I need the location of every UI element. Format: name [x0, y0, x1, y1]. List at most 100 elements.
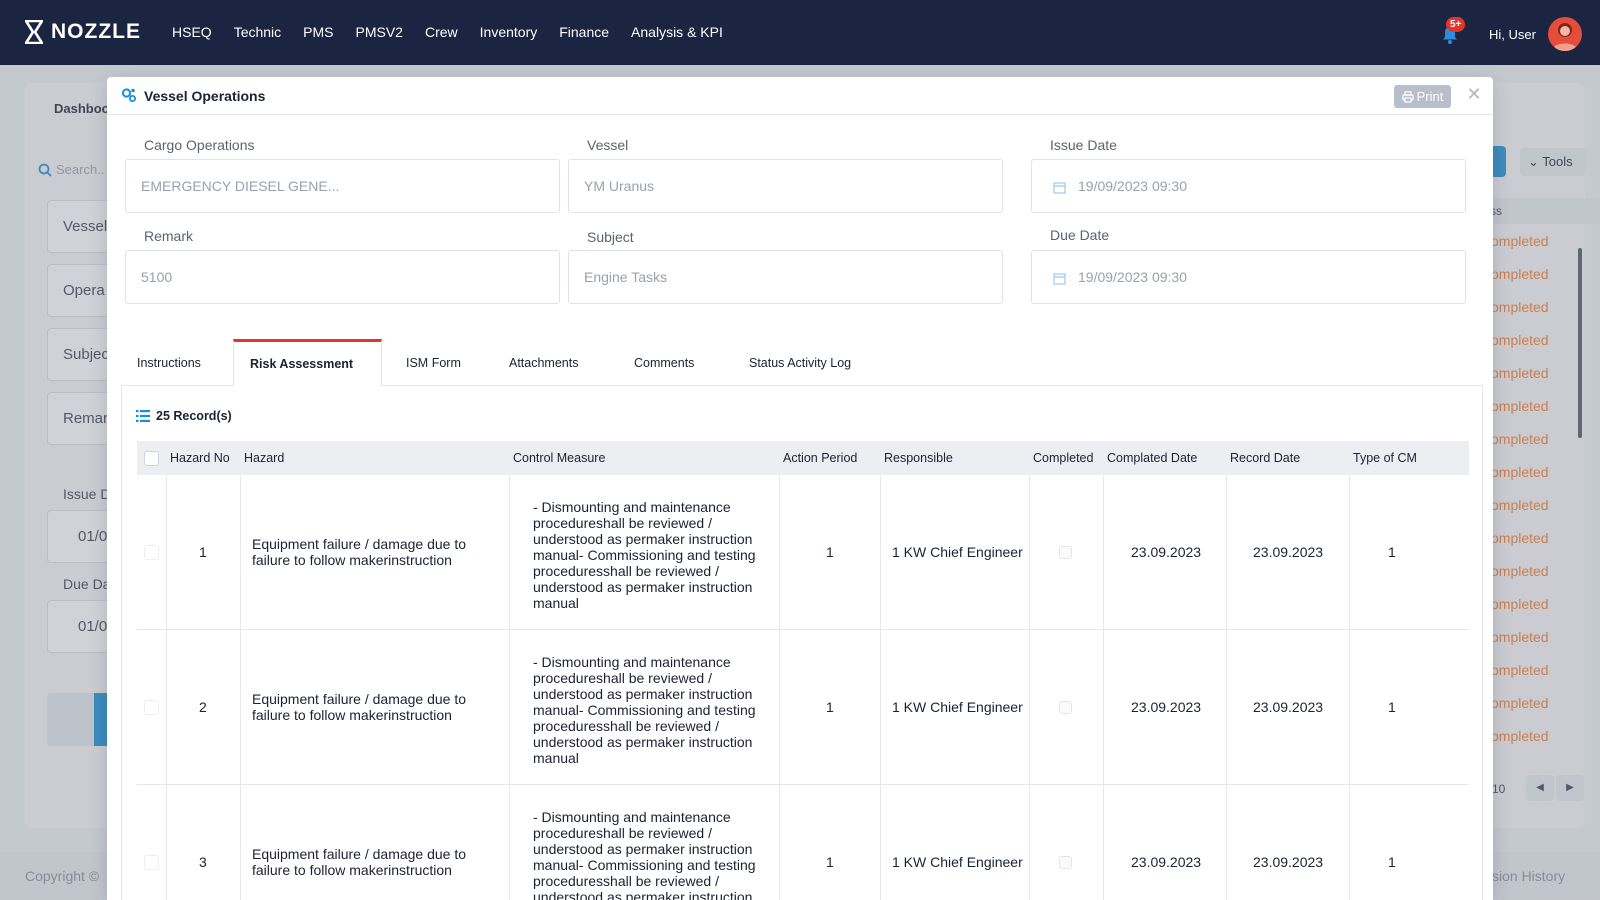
- table-row[interactable]: 1 Equipment failure / damage due to fail…: [137, 475, 1469, 630]
- control-measure-text: - Dismounting and maintenance procedures…: [533, 654, 756, 766]
- tab-instructions[interactable]: Instructions: [121, 339, 233, 386]
- action-period: 1: [826, 699, 834, 715]
- nav-hseq[interactable]: HSEQ: [172, 24, 212, 40]
- vessel-label: Vessel: [587, 137, 629, 153]
- col-completed[interactable]: Completed: [1033, 451, 1093, 465]
- control-measure-text: - Dismounting and maintenance procedures…: [533, 809, 756, 900]
- col-divider: [509, 475, 510, 630]
- select-all-checkbox[interactable]: [144, 451, 159, 466]
- control-measure-text: - Dismounting and maintenance procedures…: [533, 499, 756, 611]
- col-divider: [240, 630, 241, 785]
- table-row[interactable]: 3 Equipment failure / damage due to fail…: [137, 785, 1469, 900]
- col-divider: [1226, 475, 1227, 630]
- completed-date: 23.09.2023: [1131, 544, 1202, 560]
- col-hazard[interactable]: Hazard: [244, 451, 284, 465]
- col-divider: [1103, 475, 1104, 630]
- hazard-no: 3: [199, 854, 207, 870]
- tab-attachments[interactable]: Attachments: [485, 339, 610, 386]
- printer-icon: [1402, 90, 1414, 103]
- table-header: Hazard No Hazard Control Measure Action …: [137, 441, 1469, 475]
- remark-field[interactable]: 5100: [125, 250, 560, 304]
- table-row[interactable]: 2 Equipment failure / damage due to fail…: [137, 630, 1469, 785]
- col-divider: [240, 785, 241, 900]
- nav-finance[interactable]: Finance: [559, 24, 609, 40]
- nav-crew[interactable]: Crew: [425, 24, 458, 40]
- col-divider: [509, 785, 510, 900]
- col-record-date[interactable]: Record Date: [1230, 451, 1300, 465]
- nav-analysis-kpi[interactable]: Analysis & KPI: [631, 24, 723, 40]
- gears-icon: [121, 88, 136, 102]
- completed-checkbox[interactable]: [1059, 701, 1072, 714]
- record-date: 23.09.2023: [1253, 699, 1324, 715]
- nav-inventory[interactable]: Inventory: [480, 24, 538, 40]
- col-divider: [1226, 785, 1227, 900]
- type-of-cm: 1: [1388, 854, 1396, 870]
- brand-logo[interactable]: NOZZLE: [25, 20, 141, 44]
- print-label: Print: [1416, 89, 1444, 104]
- nozzle-logo-icon: [25, 20, 43, 44]
- col-divider: [1029, 475, 1030, 630]
- col-divider: [1029, 630, 1030, 785]
- issue-date-field[interactable]: 19/09/2023 09:30: [1031, 159, 1466, 213]
- record-date: 23.09.2023: [1253, 544, 1324, 560]
- nav-pms[interactable]: PMS: [303, 24, 333, 40]
- modal-title: Vessel Operations: [144, 88, 266, 104]
- col-divider: [1029, 785, 1030, 900]
- row-checkbox[interactable]: [144, 855, 159, 870]
- calendar-icon: [1053, 273, 1066, 285]
- col-divider: [1349, 630, 1350, 785]
- nav-pmsv2[interactable]: PMSV2: [356, 24, 403, 40]
- col-hazard-no[interactable]: Hazard No: [170, 451, 230, 465]
- tab-risk-assessment[interactable]: Risk Assessment: [233, 339, 382, 386]
- cargo-operations-label: Cargo Operations: [144, 137, 255, 153]
- row-checkbox[interactable]: [144, 700, 159, 715]
- subject-label: Subject: [587, 229, 634, 245]
- vessel-operations-modal: Vessel Operations Print ✕ Cargo Operatio…: [107, 77, 1493, 900]
- col-responsible[interactable]: Responsible: [884, 451, 953, 465]
- col-divider: [166, 475, 167, 630]
- col-divider: [880, 785, 881, 900]
- col-divider: [779, 785, 780, 900]
- col-divider: [1349, 785, 1350, 900]
- col-divider: [779, 475, 780, 630]
- tab-bar: Instructions Risk Assessment ISM Form At…: [121, 339, 875, 386]
- action-period: 1: [826, 854, 834, 870]
- nav-technic[interactable]: Technic: [234, 24, 281, 40]
- tab-comments[interactable]: Comments: [610, 339, 725, 386]
- col-control-measure[interactable]: Control Measure: [513, 451, 605, 465]
- col-type-of-cm[interactable]: Type of CM: [1353, 451, 1417, 465]
- print-button[interactable]: Print: [1394, 85, 1451, 108]
- close-icon[interactable]: ✕: [1464, 84, 1484, 104]
- subject-field[interactable]: Engine Tasks: [568, 250, 1003, 304]
- responsible: 1 KW Chief Engineer: [892, 699, 1023, 715]
- user-greeting[interactable]: Hi, User: [1489, 27, 1536, 42]
- main-menu: HSEQ Technic PMS PMSV2 Crew Inventory Fi…: [172, 24, 745, 40]
- col-divider: [1103, 785, 1104, 900]
- completed-date: 23.09.2023: [1131, 699, 1202, 715]
- col-divider: [1349, 475, 1350, 630]
- hazard-text: Equipment failure / damage due to failur…: [252, 536, 467, 568]
- vessel-field[interactable]: YM Uranus: [568, 159, 1003, 213]
- completed-checkbox[interactable]: [1059, 546, 1072, 559]
- due-date-field[interactable]: 19/09/2023 09:30: [1031, 250, 1466, 304]
- hazard-no: 1: [199, 544, 207, 560]
- col-complated-date[interactable]: Complated Date: [1107, 451, 1197, 465]
- brand-name: NOZZLE: [51, 20, 141, 43]
- col-action-period[interactable]: Action Period: [783, 451, 857, 465]
- issue-date-value: 19/09/2023 09:30: [1078, 178, 1187, 194]
- list-icon: [136, 410, 150, 422]
- tab-status-activity-log[interactable]: Status Activity Log: [725, 339, 875, 386]
- cargo-operations-field[interactable]: EMERGENCY DIESEL GENE...: [125, 159, 560, 213]
- row-checkbox[interactable]: [144, 545, 159, 560]
- due-date-label: Due Date: [1050, 227, 1110, 243]
- col-divider: [1103, 630, 1104, 785]
- hazard-text: Equipment failure / damage due to failur…: [252, 691, 467, 723]
- record-date: 23.09.2023: [1253, 854, 1324, 870]
- record-count: 25 Record(s): [136, 409, 232, 423]
- tab-ism-form[interactable]: ISM Form: [382, 339, 485, 386]
- completed-checkbox[interactable]: [1059, 856, 1072, 869]
- avatar[interactable]: [1548, 17, 1582, 51]
- type-of-cm: 1: [1388, 544, 1396, 560]
- col-divider: [240, 475, 241, 630]
- issue-date-label: Issue Date: [1050, 137, 1117, 153]
